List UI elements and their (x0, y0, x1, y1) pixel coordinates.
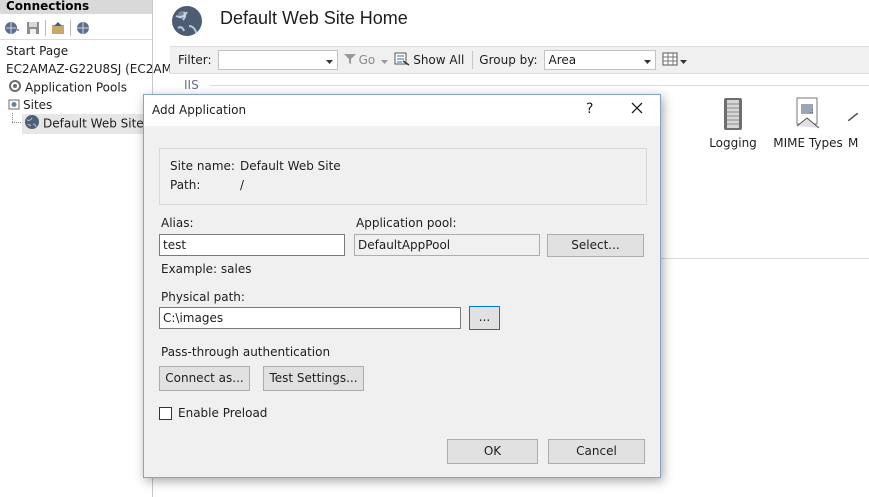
group-by-label: Group by: (479, 53, 538, 67)
browse-button[interactable]: ... (469, 306, 500, 330)
tree-item-server[interactable]: EC2AMAZ-G22U8SJ (EC2AM (6, 61, 172, 77)
view-grid-icon (662, 52, 678, 69)
svg-text:.:: .: (809, 107, 814, 115)
path-label: Path: (170, 178, 201, 192)
go-button[interactable]: Go (338, 53, 382, 68)
group-by-value: Area (548, 53, 577, 67)
feature-label: M (848, 136, 859, 150)
sites-folder-icon (8, 98, 20, 114)
tree-item-label: Application Pools (25, 80, 127, 95)
section-divider (210, 85, 869, 86)
filter-bar: Filter: Go Show All Group by: Area (170, 46, 869, 74)
app-pool-field: DefaultAppPool (354, 234, 540, 256)
add-application-dialog: Add Application ? Site name: Default Web… (143, 94, 661, 478)
section-divider (644, 258, 869, 259)
ok-button[interactable]: OK (447, 439, 538, 464)
group-by-select[interactable]: Area (543, 50, 656, 70)
logging-icon (716, 96, 750, 132)
disconnect-globe-icon[interactable] (74, 19, 92, 37)
dropdown-arrow-icon (325, 53, 333, 67)
alias-label: Alias: (161, 216, 194, 230)
feature-partial-icon (848, 96, 869, 132)
tree-item-label: EC2AMAZ-G22U8SJ (EC2AM (6, 62, 172, 76)
site-name-label: Site name: (170, 159, 235, 173)
feature-label: Logging (709, 136, 757, 150)
tree-item-default-web-site[interactable]: Default Web Site (22, 114, 148, 134)
toolbar-separator (70, 19, 71, 36)
mime-types-icon: .: (791, 96, 825, 132)
funnel-icon (343, 53, 356, 68)
show-all-label: Show All (413, 53, 465, 67)
go-label: Go (358, 53, 376, 67)
dialog-titlebar[interactable]: Add Application ? (144, 95, 660, 126)
tree-item-label: Start Page (6, 44, 69, 58)
alias-input[interactable]: test (159, 234, 345, 256)
site-name-value: Default Web Site (240, 159, 341, 173)
toolbar-separator (45, 19, 46, 36)
connections-toolbar (0, 16, 152, 40)
close-icon[interactable] (630, 101, 644, 118)
dropdown-arrow-icon (643, 53, 651, 67)
app-pool-label: Application pool: (356, 216, 457, 230)
save-icon[interactable] (24, 19, 42, 37)
physical-path-label: Physical path: (161, 290, 245, 304)
feature-partial-right[interactable]: M (848, 96, 869, 150)
path-value: / (240, 178, 245, 192)
enable-preload-checkbox[interactable] (159, 407, 172, 420)
physical-path-input[interactable]: C:\images (159, 307, 461, 329)
dialog-title: Add Application (152, 103, 247, 117)
filter-separator (472, 51, 474, 69)
filter-input[interactable] (217, 50, 338, 70)
show-all-button[interactable]: Show All (388, 52, 470, 69)
tree-item-label: Default Web Site (43, 116, 144, 131)
connections-header: Connections (0, 0, 152, 14)
tree-item-label: Sites (23, 98, 53, 112)
site-globe-icon (170, 4, 204, 41)
feature-logging[interactable]: Logging (693, 96, 773, 150)
alias-example-text: Example: sales (161, 262, 252, 276)
connections-pane: Connections Start Page EC2AMAZ-G22U8SJ (… (0, 0, 172, 497)
connect-as-button[interactable]: Connect as... (159, 366, 250, 391)
up-level-icon[interactable] (49, 19, 67, 37)
site-info-box: Site name: Default Web Site Path: / (159, 148, 647, 205)
tree-item-application-pools[interactable]: Application Pools (8, 79, 127, 97)
tree-connector-line (12, 122, 22, 123)
show-all-icon (394, 52, 410, 69)
page-title: Default Web Site Home (220, 8, 408, 28)
feature-mime-types[interactable]: .: MIME Types (768, 96, 848, 150)
pass-through-label: Pass-through authentication (161, 345, 331, 359)
tree-item-start-page[interactable]: Start Page (6, 43, 68, 59)
connect-globe-icon[interactable] (3, 19, 21, 37)
cancel-button[interactable]: Cancel (548, 439, 645, 464)
globe-icon (24, 114, 40, 134)
dropdown-arrow-icon (679, 53, 687, 67)
select-button[interactable]: Select... (547, 234, 644, 257)
test-settings-button[interactable]: Test Settings... (263, 366, 364, 391)
section-label-iis: IIS (184, 78, 199, 92)
app-pool-icon (8, 79, 22, 97)
enable-preload-label: Enable Preload (178, 406, 268, 420)
feature-label: MIME Types (773, 136, 843, 150)
view-mode-button[interactable] (662, 52, 687, 69)
go-dropdown-icon[interactable] (381, 53, 389, 67)
tree-item-sites[interactable]: Sites (8, 97, 52, 114)
filter-label: Filter: (178, 53, 212, 67)
help-button[interactable]: ? (586, 101, 593, 117)
